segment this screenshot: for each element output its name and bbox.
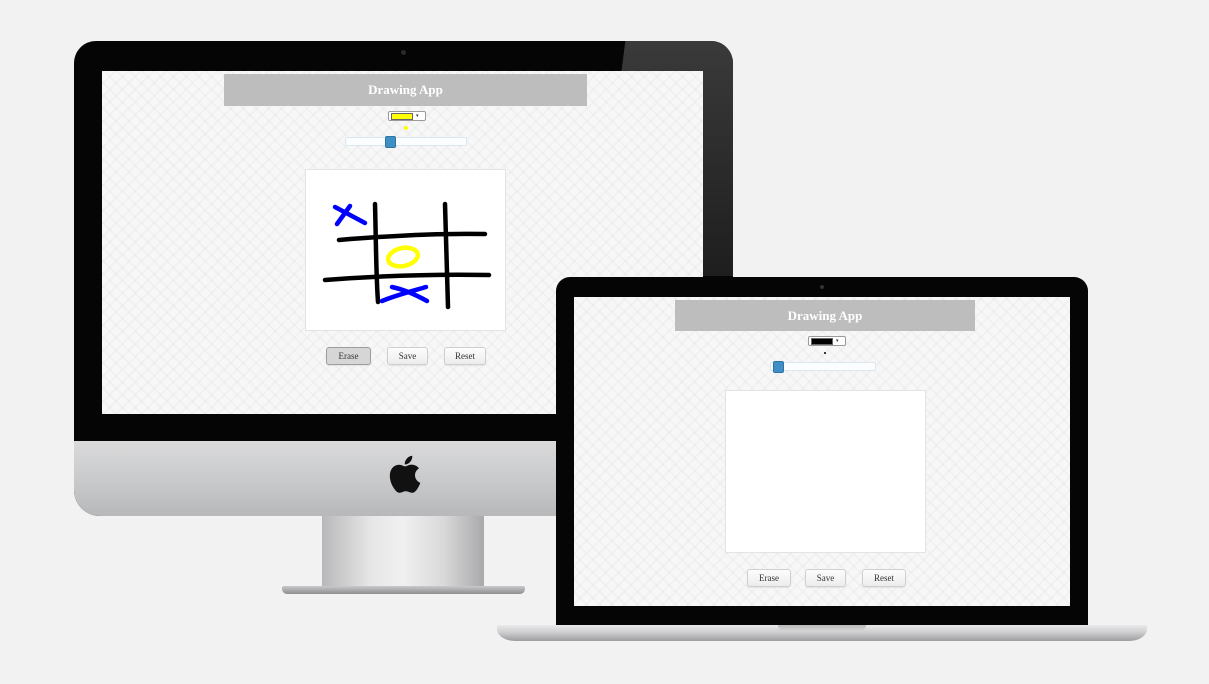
brush-size-slider[interactable] bbox=[770, 361, 876, 373]
reset-button[interactable]: Reset bbox=[444, 347, 486, 365]
chevron-down-icon: ▾ bbox=[416, 113, 419, 119]
x-mark-bottom bbox=[379, 284, 430, 304]
erase-button[interactable]: Erase bbox=[326, 347, 371, 365]
brush-size-slider[interactable] bbox=[345, 136, 467, 148]
drawing-canvas[interactable] bbox=[725, 390, 926, 553]
macbook-lid-notch bbox=[778, 625, 866, 631]
imac-stand-foot bbox=[282, 586, 525, 594]
page-title: Drawing App bbox=[675, 300, 975, 331]
imac-stand-neck bbox=[322, 516, 484, 588]
color-swatch bbox=[391, 112, 413, 120]
canvas-drawing bbox=[322, 201, 492, 310]
color-picker-select[interactable]: ▾ bbox=[388, 111, 426, 121]
reset-button[interactable]: Reset bbox=[862, 569, 906, 587]
grid-line-horizontal-1 bbox=[336, 231, 488, 243]
macbook-screen: Drawing App ▾ Erase Save Reset bbox=[574, 297, 1070, 606]
color-swatch bbox=[811, 337, 833, 345]
grid-line-vertical-1 bbox=[372, 201, 381, 305]
macbook-lid: Drawing App ▾ Erase Save Reset bbox=[556, 277, 1088, 626]
erase-button[interactable]: Erase bbox=[747, 569, 791, 587]
slider-handle[interactable] bbox=[385, 136, 396, 148]
slider-handle[interactable] bbox=[773, 361, 784, 373]
x-mark-top-left bbox=[332, 203, 368, 227]
grid-line-vertical-2 bbox=[442, 201, 451, 310]
webcam-icon bbox=[820, 285, 824, 289]
save-button[interactable]: Save bbox=[387, 347, 428, 365]
drawing-canvas[interactable] bbox=[305, 169, 506, 331]
webcam-icon bbox=[401, 50, 406, 55]
brush-preview-dot bbox=[404, 126, 408, 130]
o-mark-center bbox=[385, 245, 421, 269]
grid-line-horizontal-2 bbox=[322, 272, 492, 283]
brush-preview-dot bbox=[824, 352, 826, 354]
color-picker-select[interactable]: ▾ bbox=[808, 336, 846, 346]
page-title: Drawing App bbox=[224, 74, 587, 106]
macbook-base bbox=[497, 625, 1147, 641]
save-button[interactable]: Save bbox=[805, 569, 846, 587]
chevron-down-icon: ▾ bbox=[836, 338, 839, 344]
apple-logo-icon bbox=[389, 455, 421, 493]
